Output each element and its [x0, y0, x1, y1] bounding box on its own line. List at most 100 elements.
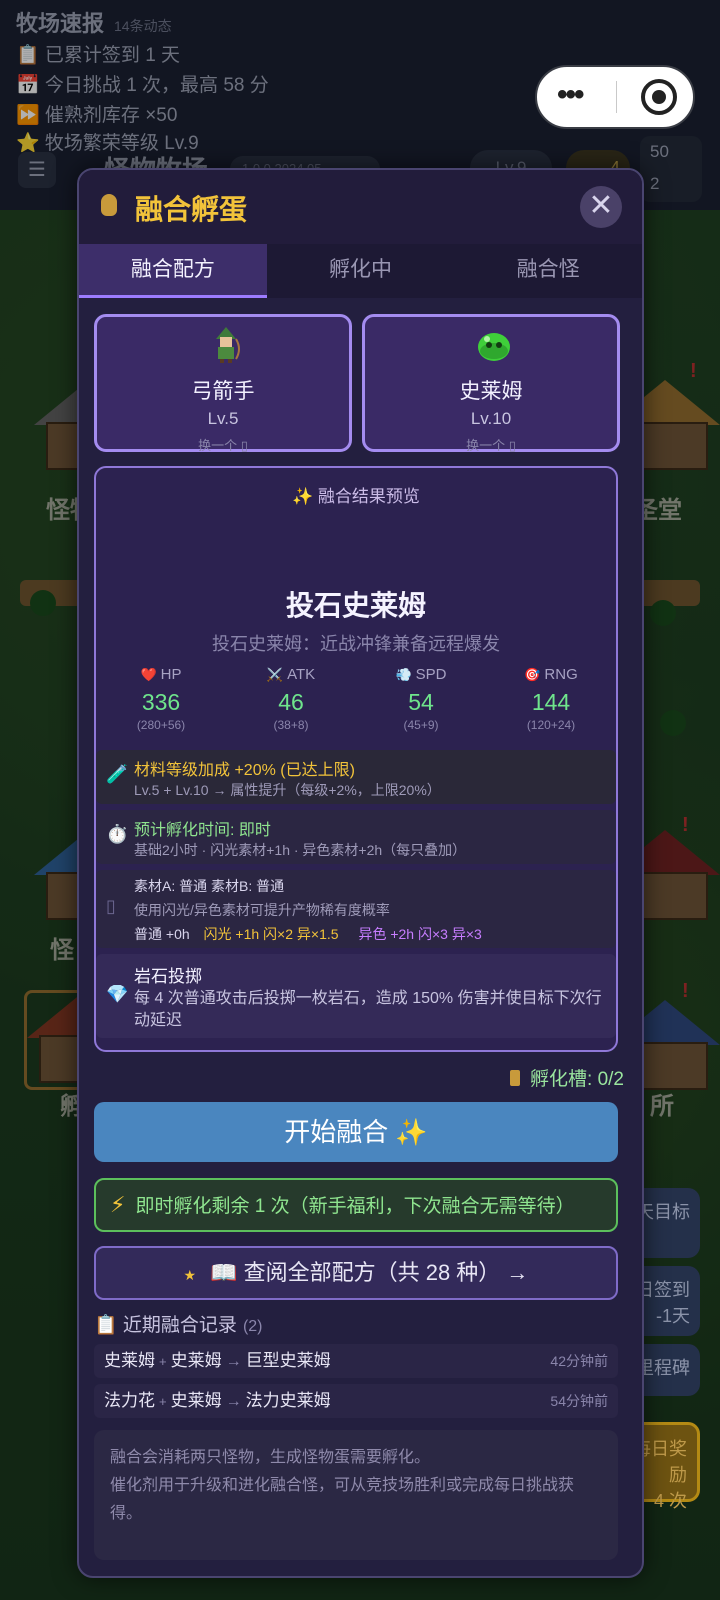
history-title-text: 📋 近期融合记录 [94, 1315, 237, 1336]
slot-b-level: Lv.10 [470, 409, 512, 428]
history-result: 巨型史莱姆 [245, 1351, 331, 1370]
potion-count: 50 [650, 142, 669, 161]
result-monster-name: 投石史莱姆 [285, 590, 426, 621]
lightning-icon: ⚡ [110, 1192, 126, 1217]
material-hint: 使用闪光/异色素材可提升产物稀有度概率 [134, 902, 390, 918]
note-line: 融合会消耗两只怪物，生成怪物蛋需要孵化。 [110, 1449, 431, 1466]
stat-atk: ⚔️ ATK 46 (38+8) [226, 664, 356, 744]
tree [30, 590, 56, 616]
slot-a-swap-link[interactable]: 换一个 ▯ [97, 435, 349, 454]
news-line: ⏩ 催熟剂库存 ×50 [16, 105, 178, 126]
skill-name: 岩石投掷 [134, 967, 202, 986]
archer-sprite-icon [216, 327, 240, 363]
stat-calc: (38+8) [273, 718, 309, 732]
slot-b-swap-link[interactable]: 换一个 ▯ [365, 435, 617, 454]
history-material-b: 史莱姆 [170, 1391, 222, 1410]
history-row: 法力花 + 史莱姆 → 法力史莱姆 54分钟前 [94, 1384, 618, 1418]
checkin-days: -1天 [655, 1306, 690, 1326]
view-all-recipes-label: 📖 查阅全部配方（共 28 种） → [210, 1260, 529, 1285]
material-slot-b[interactable]: 史莱姆 Lv.10 换一个 ▯ [362, 314, 620, 454]
fusion-result-preview: ✨ 融合结果预览 投石史莱姆 投石史莱姆：近战冲锋兼备远程爆发 ❤️ HP 336… [94, 466, 618, 1052]
material-rates: 普通 +0h 闪光 +1h 闪×2 异×1.5 异色 +2h 闪×3 异×3 [134, 924, 482, 944]
history-row: 史莱姆 + 史莱姆 → 巨型史莱姆 42分钟前 [94, 1344, 618, 1378]
fusion-modal: 融合孵蛋 ✕ 融合配方 孵化中 融合怪 弓箭手 Lv.5 换一个 ▯ 史莱姆 L… [77, 168, 644, 1578]
tab-fusion-recipe[interactable]: 融合配方 [79, 244, 267, 298]
view-all-recipes-button[interactable]: ★ 📖 查阅全部配方（共 28 种） → [94, 1246, 618, 1300]
miniprogram-capsule: ••• [535, 65, 695, 129]
plus-icon: + [159, 1394, 167, 1409]
stat-value: 144 [531, 689, 571, 715]
instant-hatch-text: 即时孵化剩余 1 次（新手福利，下次融合无需等待） [135, 1196, 575, 1217]
stopwatch-icon: ⏱️ [106, 824, 129, 844]
alert-icon: ! [682, 980, 689, 1002]
preview-title: ✨ 融合结果预览 [292, 487, 420, 506]
arrow-icon: → [225, 1393, 242, 1410]
note-line: 催化剂用于升级和进化融合怪，可从竞技场胜利或完成每日挑战获得。 [110, 1477, 575, 1522]
stat-value: 46 [278, 689, 304, 715]
resource-box: 50 2 [640, 136, 702, 202]
level-bonus-box: 🧪 材料等级加成 +20% (已达上限) Lv.5 + Lv.10 → 属性提升… [96, 750, 616, 804]
history-count: (2) [242, 1318, 263, 1335]
history-material-a: 史莱姆 [104, 1351, 155, 1370]
stat-spd: 💨 SPD 54 (45+9) [356, 664, 486, 744]
stat-hp: ❤️ HP 336 (280+56) [96, 664, 226, 744]
stat-value: 54 [408, 689, 434, 715]
material-slot-a[interactable]: 弓箭手 Lv.5 换一个 ▯ [94, 314, 352, 454]
heart-icon: ❤️ [140, 667, 157, 682]
history-time: 42分钟前 [550, 1353, 608, 1369]
material-rarity-box: ▯ 素材A: 普通 素材B: 普通 使用闪光/异色素材可提升产物稀有度概率 普通… [96, 870, 616, 948]
building-label: 怪 [50, 937, 74, 964]
arrow-icon: → [225, 1353, 242, 1370]
stat-label: ATK [287, 666, 316, 683]
slot-b-name: 史莱姆 [459, 380, 523, 403]
rate-variant: 异色 +2h 闪×3 异×3 [358, 926, 482, 942]
menu-button[interactable]: ☰ [18, 152, 56, 188]
modal-header: 融合孵蛋 ✕ [79, 170, 642, 244]
tree [660, 710, 686, 736]
stat-calc: (120+24) [526, 718, 576, 732]
modal-title: 融合孵蛋 [135, 194, 248, 225]
daily-goal-label: 天目标 [636, 1202, 690, 1222]
alert-icon: ! [690, 360, 697, 382]
incubation-time-box: ⏱️ 预计孵化时间: 即时 基础2小时 · 闪光素材+1h · 异色素材+2h（… [96, 810, 616, 864]
stat-calc: (45+9) [403, 718, 439, 732]
milestone-label: 里程碑 [636, 1358, 690, 1378]
news-title: 牧场速报 14条动态 [16, 6, 172, 38]
instant-hatch-notice: ⚡ 即时孵化剩余 1 次（新手福利，下次融合无需等待） [94, 1178, 618, 1232]
star-icon: ★ [183, 1267, 197, 1283]
stat-label: SPD [415, 666, 447, 683]
gem-count: 2 [650, 174, 660, 193]
history-result: 法力史莱姆 [245, 1391, 331, 1410]
target-icon: 🎯 [524, 667, 541, 682]
incubator-slots-text: 孵化槽: 0/2 [530, 1069, 624, 1090]
tab-fused-monsters[interactable]: 融合怪 [454, 244, 642, 298]
news-line: 📋 已累计签到 1 天 [16, 45, 181, 66]
slime-sprite-icon [478, 333, 510, 361]
tree [650, 600, 676, 626]
swords-icon: ⚔️ [266, 667, 284, 682]
rate-normal: 普通 +0h [134, 926, 190, 942]
result-stats: ❤️ HP 336 (280+56) ⚔️ ATK 46 (38+8) 💨 SPD 5… [96, 664, 616, 744]
incubator-slots: 孵化槽: 0/2 [510, 1064, 624, 1091]
slot-a-name: 弓箭手 [191, 380, 255, 403]
diamond-icon: 💎 [106, 984, 129, 1004]
hourglass-icon [510, 1070, 521, 1086]
slot-a-level: Lv.5 [207, 409, 239, 428]
incubation-time-title: 预计孵化时间: 即时 [134, 822, 271, 839]
level-bonus-detail: Lv.5 + Lv.10 → 属性提升（每级+2%，上限20%） [134, 782, 441, 798]
stat-value: 336 [141, 689, 181, 715]
skill-box: 💎 岩石投掷 每 4 次普通攻击后投掷一枚岩石，造成 150% 伤害并使目标下次… [96, 954, 616, 1038]
more-icon[interactable]: ••• [557, 67, 584, 127]
close-button[interactable]: ✕ [580, 186, 622, 228]
material-icon: ▯ [106, 896, 116, 916]
result-monster-desc: 投石史莱姆：近战冲锋兼备远程爆发 [212, 634, 500, 654]
potion-icon: 🧪 [106, 764, 129, 784]
egg-icon [101, 194, 117, 216]
news-heading: 牧场速报 [16, 11, 105, 36]
history-title: 📋 近期融合记录 (2) [94, 1310, 263, 1337]
close-miniprogram-icon[interactable] [641, 79, 677, 115]
building-label: 所 [650, 1093, 674, 1120]
tab-incubating[interactable]: 孵化中 [267, 244, 455, 298]
history-material-a: 法力花 [104, 1391, 155, 1410]
start-fusion-button[interactable]: 开始融合 ✨ [94, 1102, 618, 1162]
